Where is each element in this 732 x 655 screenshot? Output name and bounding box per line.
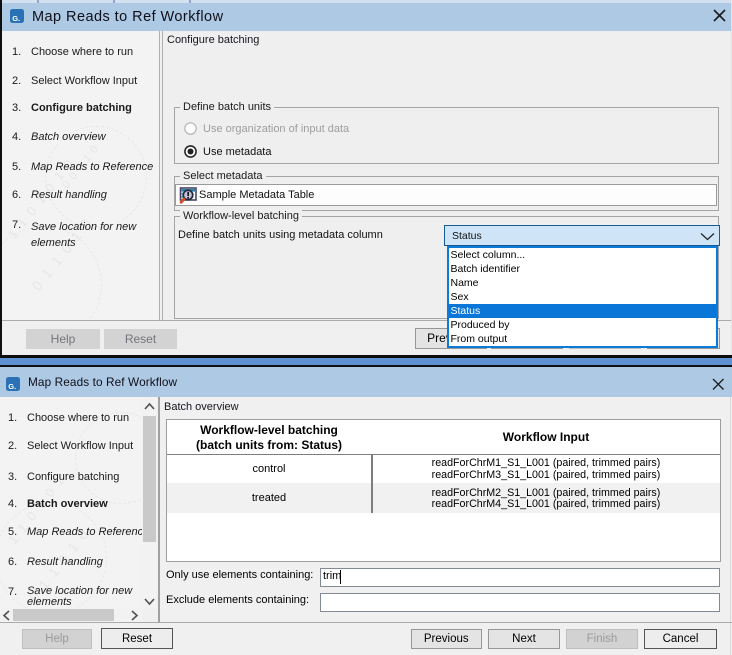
svg-text:G.: G. xyxy=(12,14,20,23)
svg-text:G.: G. xyxy=(8,382,16,391)
